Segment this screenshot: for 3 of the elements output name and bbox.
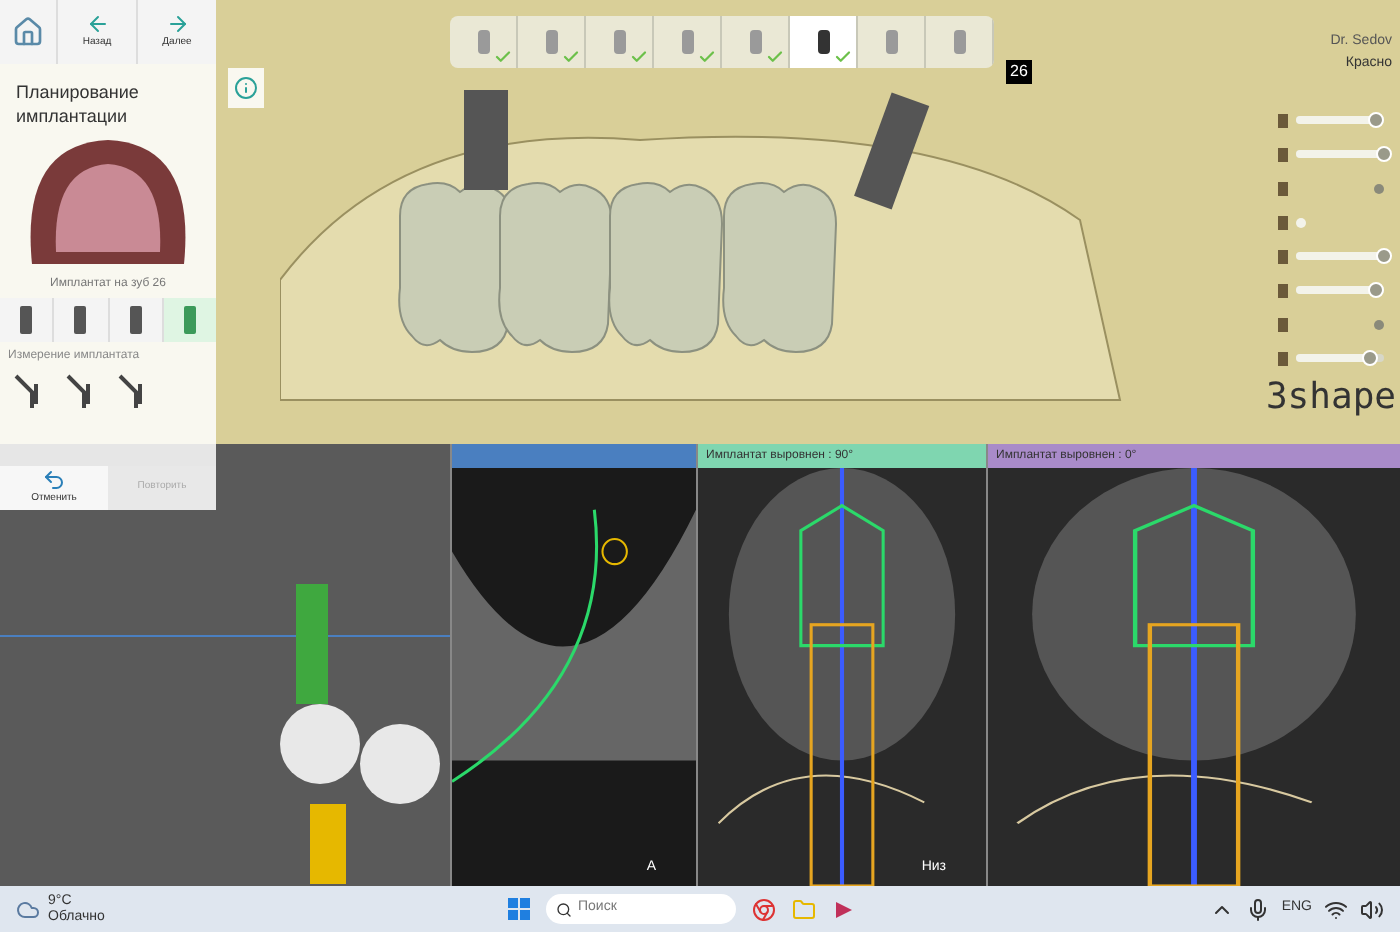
implant-tooth-tag: 26 [1006,60,1032,84]
logo: 3shape [1265,380,1396,416]
panel-title: Планирование имплантации [14,80,141,128]
